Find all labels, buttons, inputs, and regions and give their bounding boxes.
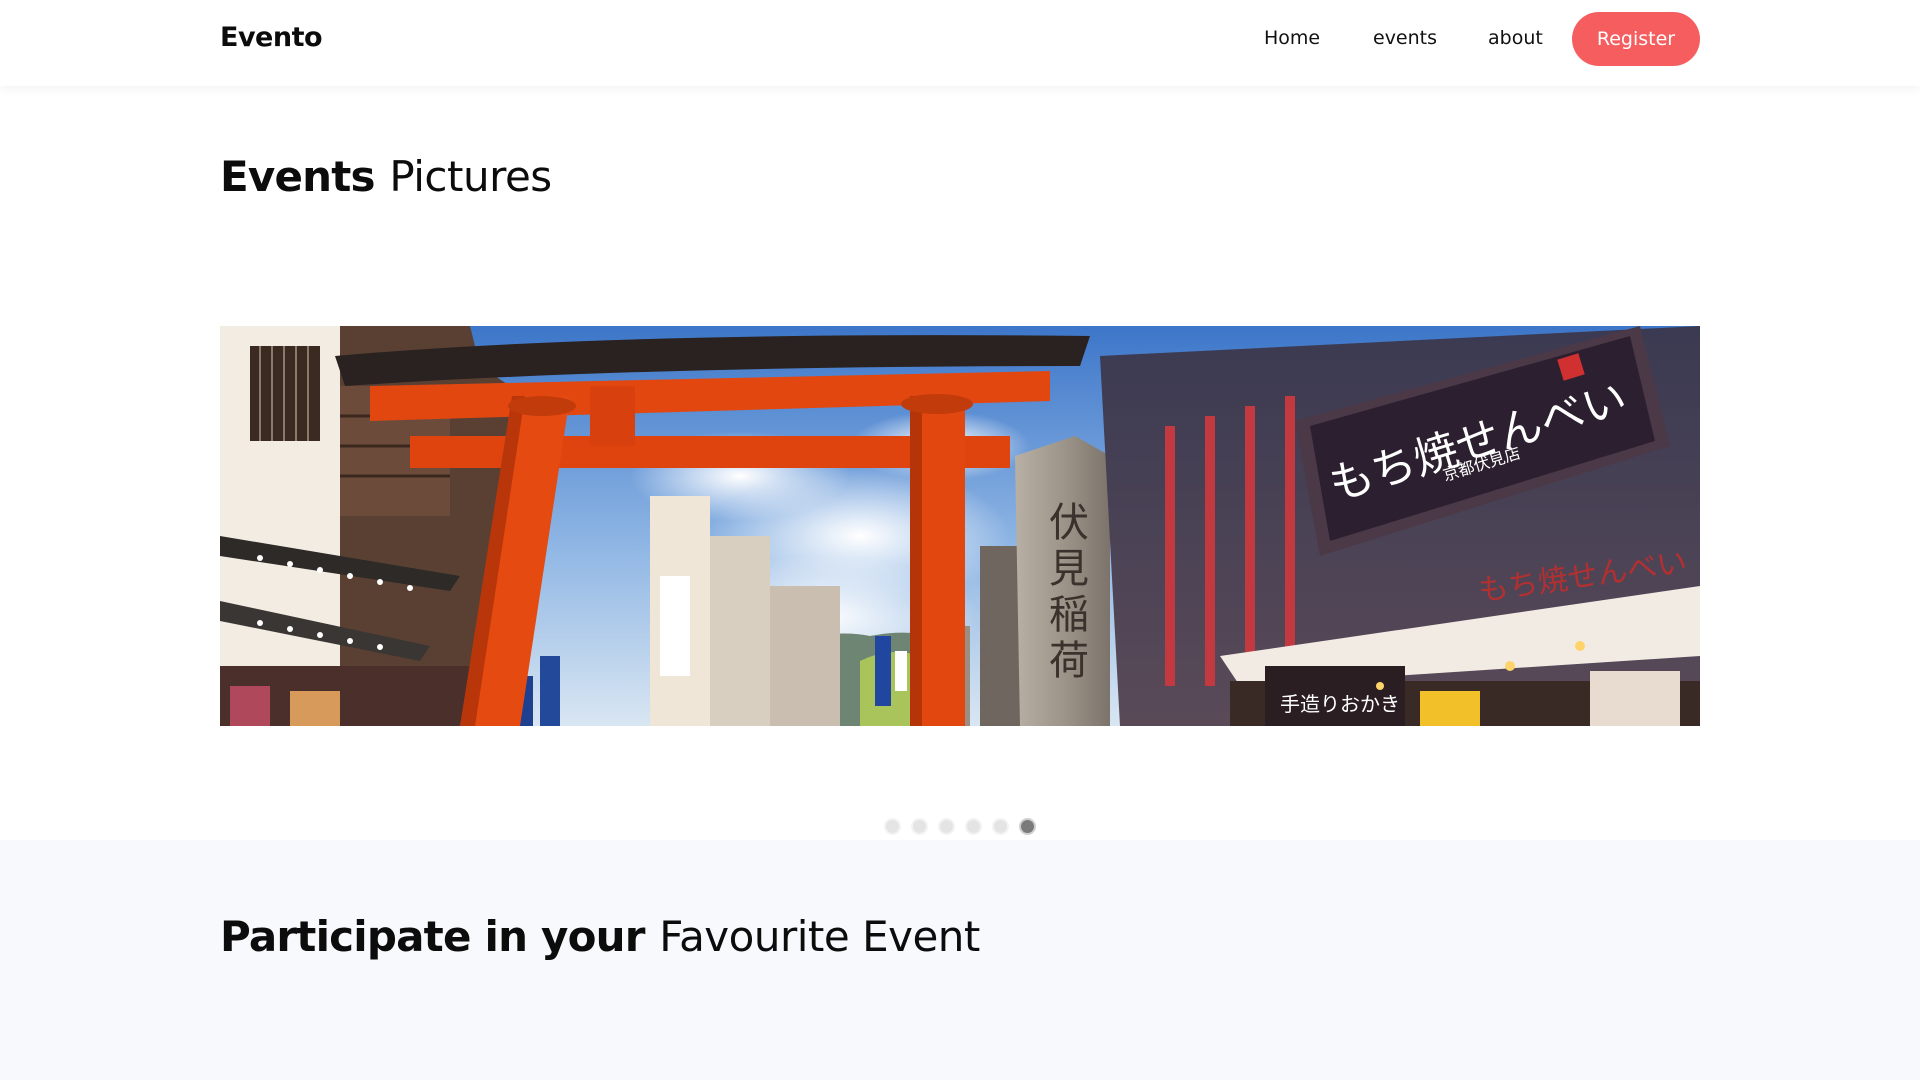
carousel-dot-4[interactable] (965, 818, 982, 835)
participate-title-light: Favourite Event (659, 912, 980, 961)
stone-pillar-text: 伏見稲荷 (1042, 501, 1088, 685)
carousel-dot-1[interactable] (884, 818, 901, 835)
events-title-light: Pictures (389, 152, 552, 201)
carousel-dot-6[interactable] (1019, 818, 1036, 835)
carousel-dot-5[interactable] (992, 818, 1009, 835)
torii-street-image: 伏見稲荷 もち焼せんべい 京都伏見店 もち焼せんべい 手造りおかき (220, 326, 1700, 726)
participate-title-bold: Participate in your (220, 912, 645, 961)
participate-title: Participate in your Favourite Event (220, 912, 980, 961)
register-button[interactable]: Register (1572, 12, 1700, 66)
carousel-dot-2[interactable] (911, 818, 928, 835)
nav-link-events[interactable]: events (1373, 27, 1437, 49)
navbar: Evento Home events about Register (0, 0, 1920, 86)
brand-logo[interactable]: Evento (220, 22, 323, 53)
nav-link-about[interactable]: about (1488, 27, 1543, 49)
events-title-bold: Events (220, 152, 376, 201)
carousel-dot-3[interactable] (938, 818, 955, 835)
nav-link-home[interactable]: Home (1264, 27, 1320, 49)
banner-text: 手造りおかき (1280, 692, 1400, 716)
carousel-dots (884, 818, 1036, 835)
events-pictures-title: Events Pictures (220, 152, 552, 201)
event-picture-slide[interactable]: 伏見稲荷 もち焼せんべい 京都伏見店 もち焼せんべい 手造りおかき (220, 326, 1700, 726)
